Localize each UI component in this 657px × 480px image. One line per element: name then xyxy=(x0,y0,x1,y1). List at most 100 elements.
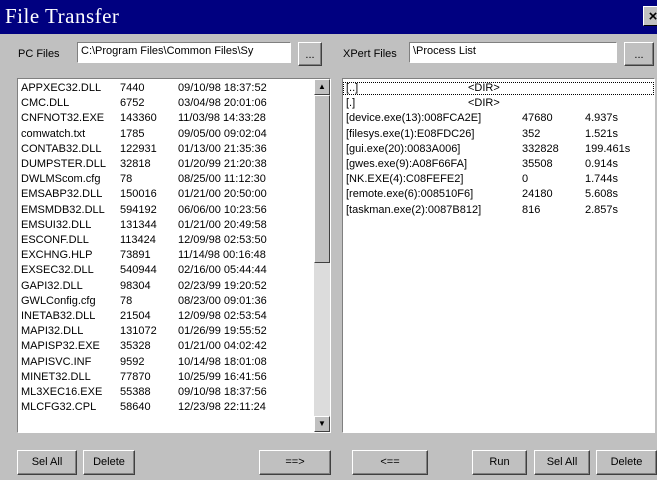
pc-file-row[interactable]: MAPI32.DLL 131072 01/26/99 19:55:52 xyxy=(18,325,312,338)
close-icon: × xyxy=(648,8,657,25)
pc-file-row[interactable]: MLCFG32.CPL 58640 12/23/98 22:11:24 xyxy=(18,401,312,414)
pc-files-label: PC Files xyxy=(18,48,60,60)
pc-file-row[interactable]: EMSMDB32.DLL 594192 06/06/00 10:23:56 xyxy=(18,204,312,217)
xpert-file-row[interactable]: [device.exe(13):008FCA2E] 47680 4.937s xyxy=(343,112,654,125)
xpert-file-list[interactable]: [..] <DIR> [.] <DIR> [device.exe(13):008FCA2… xyxy=(342,78,655,433)
title-bar: File Transfer × xyxy=(0,0,657,34)
pc-file-row[interactable]: GWLConfig.cfg 78 08/23/00 09:01:36 xyxy=(18,295,312,308)
pc-file-row[interactable]: EXSEC32.DLL 540944 02/16/00 05:44:44 xyxy=(18,264,312,277)
file-size: 7440 xyxy=(120,82,145,94)
pc-path-field[interactable]: C:\Program Files\Common Files\Sy xyxy=(77,42,291,63)
file-date: 01/21/00 20:49:58 xyxy=(178,218,267,231)
xpert-file-row[interactable]: [filesys.exe(1):E08FDC26] 352 1.521s xyxy=(343,128,654,141)
pc-file-row[interactable]: EMSUI32.DLL 131344 01/21/00 20:49:58 xyxy=(18,219,312,232)
file-name: [..] xyxy=(346,82,359,94)
file-date: 01/26/99 19:55:52 xyxy=(178,325,267,338)
file-size: 143360 xyxy=(120,112,157,125)
xpert-files-label: XPert Files xyxy=(343,48,397,60)
pc-file-row[interactable]: EMSABP32.DLL 150016 01/21/00 20:50:00 xyxy=(18,188,312,201)
file-date: 06/06/00 10:23:56 xyxy=(178,203,267,216)
pc-file-row[interactable]: DWLMScom.cfg 78 08/25/00 11:12:30 xyxy=(18,173,312,186)
file-name: [gui.exe(20):0083A006] xyxy=(346,142,461,155)
file-name: EXCHNG.HLP xyxy=(21,249,93,262)
delete-left-button[interactable]: Delete xyxy=(83,450,135,475)
xpert-file-row[interactable]: [taskman.exe(2):0087B812] 816 2.857s xyxy=(343,204,654,217)
file-name: INETAB32.DLL xyxy=(21,310,96,322)
pc-file-row[interactable]: comwatch.txt 1785 09/05/00 09:02:04 xyxy=(18,128,312,141)
file-name: MAPI32.DLL xyxy=(21,325,84,338)
pc-file-row[interactable]: MAPISVC.INF 9592 10/14/98 18:01:08 xyxy=(18,356,312,369)
pc-scrollbar[interactable]: ▲ ▼ xyxy=(314,79,330,432)
xpert-path-field[interactable]: \Process List xyxy=(409,42,617,63)
xpert-file-row[interactable]: [gui.exe(20):0083A006] 332828 199.461s xyxy=(343,143,654,156)
file-name: [remote.exe(6):008510F6] xyxy=(346,188,474,201)
scroll-down-icon: ▼ xyxy=(318,419,326,428)
file-size: 352 xyxy=(522,127,541,140)
xpert-browse-button[interactable]: ... xyxy=(624,42,654,66)
xpert-file-row[interactable]: [..] <DIR> xyxy=(343,82,654,95)
pc-browse-button[interactable]: ... xyxy=(298,42,322,66)
pc-file-list[interactable]: ▲ ▼ APPXEC32.DLL 7440 09/10/98 18:37:52 CMC… xyxy=(17,78,331,433)
pc-file-row[interactable]: APPXEC32.DLL 7440 09/10/98 18:37:52 xyxy=(18,82,312,95)
pc-file-row[interactable]: ESCONF.DLL 113424 12/09/98 02:53:50 xyxy=(18,234,312,247)
file-date: 12/09/98 02:53:54 xyxy=(178,310,267,322)
file-date: 09/10/98 18:37:56 xyxy=(178,386,267,398)
file-size: 58640 xyxy=(120,401,151,414)
pc-file-row[interactable]: MINET32.DLL 77870 10/25/99 16:41:56 xyxy=(18,371,312,384)
xpert-file-row[interactable]: [.] <DIR> xyxy=(343,97,654,110)
file-date: 03/04/98 20:01:06 xyxy=(178,97,267,110)
scroll-down-button[interactable]: ▼ xyxy=(314,416,330,432)
pc-file-row[interactable]: CMC.DLL 6752 03/04/98 20:01:06 xyxy=(18,97,312,110)
pc-file-row[interactable]: CONTAB32.DLL 122931 01/13/00 21:35:36 xyxy=(18,143,312,156)
file-date: 10/25/99 16:41:56 xyxy=(178,370,267,383)
scroll-up-icon: ▲ xyxy=(318,82,326,91)
sel-all-left-button[interactable]: Sel All xyxy=(17,450,77,475)
file-date: 10/14/98 18:01:08 xyxy=(178,355,267,368)
scroll-up-button[interactable]: ▲ xyxy=(314,79,330,95)
file-size: <DIR> xyxy=(468,82,500,94)
file-date: 12/23/98 22:11:24 xyxy=(178,401,266,414)
file-name: EMSABP32.DLL xyxy=(21,188,103,201)
file-name: DUMPSTER.DLL xyxy=(21,158,106,170)
xpert-file-row[interactable]: [NK.EXE(4):C08FEFE2] 0 1.744s xyxy=(343,173,654,186)
file-size: 113424 xyxy=(120,234,156,246)
file-name: DWLMScom.cfg xyxy=(21,173,101,186)
pc-browse-label: ... xyxy=(305,49,315,61)
file-size: 21504 xyxy=(120,310,151,322)
xpert-file-row[interactable]: [gwes.exe(9):A08F66FA] 35508 0.914s xyxy=(343,158,654,171)
delete-right-button[interactable]: Delete xyxy=(596,450,657,475)
pc-file-row[interactable]: ML3XEC16.EXE 55388 09/10/98 18:37:56 xyxy=(18,386,312,399)
file-time: 1.521s xyxy=(585,127,619,140)
window-title: File Transfer xyxy=(5,4,120,28)
file-size: 24180 xyxy=(522,188,553,201)
file-size: 6752 xyxy=(120,97,145,110)
file-date: 01/20/99 21:20:38 xyxy=(178,158,267,170)
pc-file-row[interactable]: GAPI32.DLL 98304 02/23/99 19:20:52 xyxy=(18,280,312,293)
copy-to-pc-button[interactable]: <== xyxy=(352,450,428,475)
close-button[interactable]: × xyxy=(643,6,657,26)
file-name: [.] xyxy=(346,97,356,110)
file-size: 98304 xyxy=(120,279,151,292)
file-name: MINET32.DLL xyxy=(21,370,91,383)
file-size: 77870 xyxy=(120,370,151,383)
pc-scroll-thumb[interactable] xyxy=(314,95,330,263)
file-size: 55388 xyxy=(120,386,151,398)
file-date: 08/23/00 09:01:36 xyxy=(178,294,267,307)
file-name: EMSUI32.DLL xyxy=(21,218,92,231)
sel-all-right-button[interactable]: Sel All xyxy=(534,450,590,475)
xpert-file-row[interactable]: [remote.exe(6):008510F6] 24180 5.608s xyxy=(343,188,654,201)
file-date: 09/05/00 09:02:04 xyxy=(178,127,267,140)
run-button[interactable]: Run xyxy=(472,450,527,475)
pc-file-row[interactable]: CNFNOT32.EXE 143360 11/03/98 14:33:28 xyxy=(18,112,312,125)
pc-path-value: C:\Program Files\Common Files\Sy xyxy=(81,45,254,57)
pc-file-row[interactable]: INETAB32.DLL 21504 12/09/98 02:53:54 xyxy=(18,310,312,323)
file-size: 1785 xyxy=(120,127,145,140)
copy-to-xpert-button[interactable]: ==> xyxy=(259,450,331,475)
pc-file-row[interactable]: DUMPSTER.DLL 32818 01/20/99 21:20:38 xyxy=(18,158,312,171)
pc-file-row[interactable]: MAPISP32.EXE 35328 01/21/00 04:02:42 xyxy=(18,340,312,353)
file-size: 78 xyxy=(120,294,133,307)
file-name: ESCONF.DLL xyxy=(21,234,89,246)
file-size: 122931 xyxy=(120,142,157,155)
file-size: 47680 xyxy=(522,112,553,125)
pc-file-row[interactable]: EXCHNG.HLP 73891 11/14/98 00:16:48 xyxy=(18,249,312,262)
